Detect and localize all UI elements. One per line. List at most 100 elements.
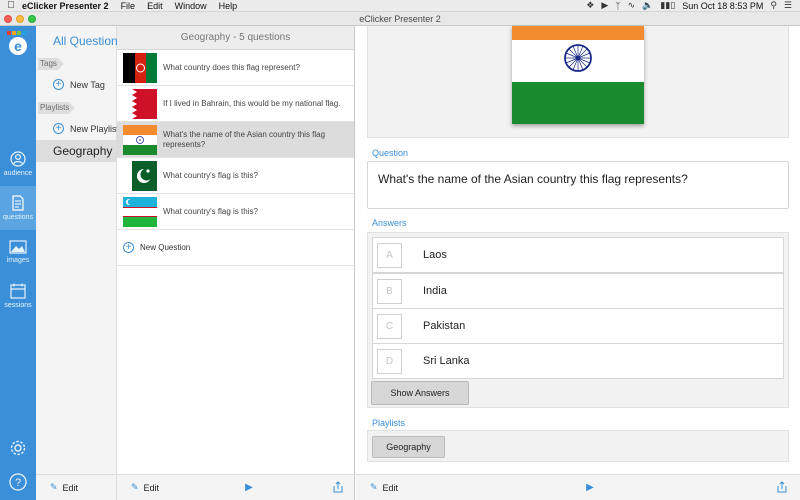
detail-edit-button[interactable]: Edit — [383, 483, 399, 493]
app-menu[interactable]: eClicker Presenter 2 — [22, 1, 109, 11]
pencil-icon: ✎ — [131, 482, 139, 492]
share-icon[interactable] — [777, 480, 787, 495]
library-panel: All Questions Tags + New Tag Playlists +… — [36, 26, 124, 500]
plus-icon: + — [53, 79, 64, 90]
afghanistan-flag-icon — [123, 52, 157, 83]
close-window-button[interactable] — [4, 15, 12, 23]
rail-sessions-label: sessions — [4, 302, 32, 309]
apple-menu-icon[interactable]:  — [0, 0, 22, 11]
question-row[interactable]: What country's flag is this? — [117, 194, 354, 230]
plus-icon: + — [53, 123, 64, 134]
answer-row-a[interactable]: A Laos — [372, 237, 784, 273]
window-controls — [4, 15, 36, 23]
gear-icon[interactable] — [8, 438, 28, 458]
playlists-card: Geography — [367, 430, 789, 462]
menu-window[interactable]: Window — [175, 1, 207, 11]
tags-header: Tags — [38, 58, 64, 70]
new-question-button[interactable]: + New Question — [117, 230, 354, 266]
question-section-label: Question — [372, 148, 409, 158]
question-list-header: Geography - 5 questions — [117, 26, 354, 50]
nav-rail: e audience questions images sessions ? — [0, 26, 36, 500]
rail-audience-label: audience — [3, 170, 33, 177]
window-title-bar: eClicker Presenter 2 — [0, 12, 800, 26]
question-image-card — [367, 26, 789, 138]
minimize-window-button[interactable] — [16, 15, 24, 23]
question-list-footer: ✎ Edit ▶ — [117, 474, 354, 500]
question-list-panel: Geography - 5 questions What country doe… — [117, 26, 355, 500]
share-icon[interactable] — [333, 480, 343, 495]
new-playlist-label: New Playlist — [70, 123, 120, 134]
answer-text: Laos — [423, 249, 447, 261]
menu-bar:  eClicker Presenter 2 File Edit Window … — [0, 0, 800, 12]
new-playlist-button[interactable]: + New Playlist — [53, 123, 119, 134]
new-tag-label: New Tag — [70, 79, 105, 90]
question-detail-panel: Question What's the name of the Asian co… — [356, 26, 800, 500]
zoom-window-button[interactable] — [28, 15, 36, 23]
rail-audience[interactable]: audience — [0, 142, 36, 186]
volume-icon[interactable]: 🔈 — [642, 0, 653, 11]
window-title: eClicker Presenter 2 — [359, 13, 441, 24]
rail-sessions[interactable]: sessions — [0, 274, 36, 318]
battery-icon[interactable]: ▮▮▯ — [660, 0, 675, 11]
answer-letter-box[interactable]: D — [377, 348, 402, 374]
pencil-icon: ✎ — [50, 482, 58, 492]
answer-letter-box[interactable]: A — [377, 242, 402, 268]
india-flag-image[interactable] — [512, 26, 644, 124]
new-tag-button[interactable]: + New Tag — [53, 79, 105, 90]
rail-questions-label: questions — [3, 214, 33, 221]
play-icon[interactable]: ▶ — [586, 482, 594, 493]
answer-text: Sri Lanka — [423, 355, 470, 367]
wifi-icon[interactable]: ∿ — [628, 0, 636, 11]
playlist-chip-geography[interactable]: Geography — [372, 436, 445, 458]
playlist-item-geography[interactable]: Geography — [36, 140, 116, 162]
detail-footer: ✎ Edit ▶ — [356, 474, 800, 500]
question-text: If I lived in Bahrain, this would be my … — [163, 98, 341, 108]
question-row[interactable]: What country does this flag represent? — [117, 50, 354, 86]
answer-row-b[interactable]: B India — [372, 273, 784, 309]
image-icon — [9, 240, 27, 254]
plus-icon: + — [123, 242, 134, 253]
question-row-selected[interactable]: What's the name of the Asian country thi… — [117, 122, 354, 158]
answers-section-label: Answers — [372, 218, 407, 228]
playlists-section-label: Playlists — [372, 418, 406, 428]
svg-text:e: e — [14, 38, 22, 54]
library-footer: ✎ Edit — [36, 474, 116, 500]
answers-card: A Laos B India C Pakistan D Sri Lanka Sh… — [367, 232, 789, 408]
dropbox-icon[interactable]: ❖ — [586, 0, 594, 11]
svg-text:?: ? — [15, 477, 21, 489]
question-text: What's the name of the Asian country thi… — [163, 129, 326, 149]
answer-row-d[interactable]: D Sri Lanka — [372, 343, 784, 379]
menu-file[interactable]: File — [121, 1, 136, 11]
spotlight-search-icon[interactable]: ⚲ — [770, 0, 777, 11]
answer-letter-box[interactable]: C — [377, 313, 402, 339]
new-question-label: New Question — [140, 243, 191, 252]
library-edit-button[interactable]: Edit — [63, 483, 79, 493]
india-flag-icon — [123, 124, 157, 155]
question-text: What country's flag is this? — [163, 170, 258, 180]
person-icon — [10, 151, 26, 167]
answer-row-c[interactable]: C Pakistan — [372, 308, 784, 344]
answer-letter-box[interactable]: B — [377, 278, 402, 304]
question-list-edit-button[interactable]: Edit — [144, 483, 160, 493]
show-answers-button[interactable]: Show Answers — [371, 381, 469, 405]
question-text: What country does this flag represent? — [163, 62, 300, 72]
question-text: What country's flag is this? — [163, 206, 258, 216]
menu-edit[interactable]: Edit — [147, 1, 163, 11]
all-questions-link[interactable]: All Questions — [53, 34, 124, 48]
playlists-header: Playlists — [38, 102, 75, 114]
question-row[interactable]: If I lived in Bahrain, this would be my … — [117, 86, 354, 122]
play-status-icon[interactable]: ▶ — [601, 0, 608, 11]
play-icon[interactable]: ▶ — [245, 482, 253, 493]
menu-help[interactable]: Help — [219, 1, 238, 11]
help-icon[interactable]: ? — [8, 472, 28, 492]
rail-images[interactable]: images — [0, 230, 36, 274]
answer-text: India — [423, 285, 447, 297]
question-text-field[interactable]: What's the name of the Asian country thi… — [367, 161, 789, 209]
status-area: ❖ ▶ ᛉ ∿ 🔈 ▮▮▯ Sun Oct 18 8:53 PM ⚲ ☰ — [586, 0, 800, 11]
question-row[interactable]: What country's flag is this? — [117, 158, 354, 194]
bluetooth-icon[interactable]: ᛉ — [615, 1, 620, 11]
rail-questions[interactable]: questions — [0, 186, 36, 230]
clock[interactable]: Sun Oct 18 8:53 PM — [682, 1, 763, 11]
pencil-icon: ✎ — [370, 482, 378, 492]
notification-center-icon[interactable]: ☰ — [784, 0, 792, 11]
